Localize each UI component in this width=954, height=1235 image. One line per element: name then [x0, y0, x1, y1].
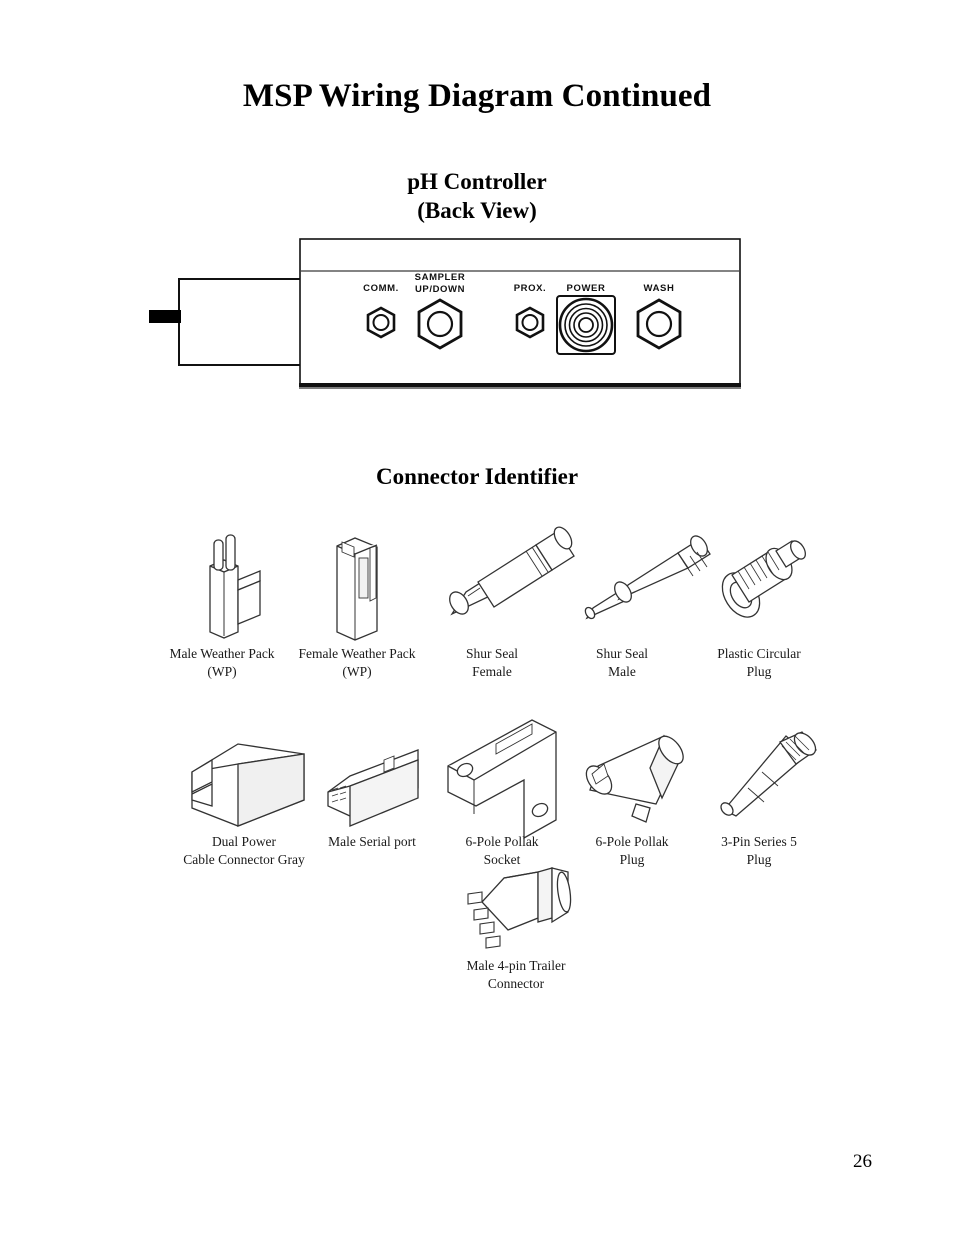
connector-identifier-diagram: Male Weather Pack (WP) Female Weather Pa…	[152, 518, 817, 988]
connector-label-2-0-line2: Connector	[488, 976, 545, 988]
connector-label-1-4-line2: Plug	[747, 852, 772, 867]
connector-label-1-3-line2: Plug	[620, 852, 645, 867]
connector-label-1-3-line1: 6-Pole Pollak	[595, 834, 668, 849]
connector-label-0-0-line2: (WP)	[207, 664, 236, 679]
ph-controller-diagram: COMM. SAMPLER UP/DOWN PROX. POWER WASH	[113, 228, 745, 420]
connector-label-0-3-line2: Male	[608, 664, 636, 679]
connector-label-0-1-line2: (WP)	[342, 664, 371, 679]
ph-controller-heading-line2: (Back View)	[417, 197, 537, 223]
port-label-wash: WASH	[644, 283, 675, 294]
female-weather-pack-icon	[336, 537, 378, 641]
connector-label-1-0-line2: Cable Connector Gray	[183, 852, 305, 867]
page-title: MSP Wiring Diagram Continued	[242, 78, 712, 114]
connector-label-0-0-line1: Male Weather Pack	[169, 646, 274, 661]
port-label-power: POWER	[567, 283, 606, 294]
ph-controller-heading-line1: pH Controller	[407, 169, 547, 194]
connector-label-1-2-line2: Socket	[484, 852, 521, 867]
connector-label-0-1-line1: Female Weather Pack	[298, 646, 415, 661]
port-comm	[366, 306, 396, 339]
connector-identifier-heading: Connector Identifier	[375, 464, 579, 489]
connector-label-1-0-line1: Dual Power	[212, 834, 277, 849]
port-power	[556, 295, 616, 355]
port-wash	[636, 298, 682, 350]
connector-label-2-0-line1: Male 4-pin Trailer	[467, 958, 566, 973]
port-label-sampler-line1: SAMPLER	[415, 272, 466, 283]
port-prox	[515, 306, 545, 339]
connector-label-0-3-line1: Shur Seal	[596, 646, 648, 661]
connector-label-1-4-line1: 3-Pin Series 5	[721, 834, 797, 849]
page-number: 26	[853, 1151, 872, 1172]
connector-label-0-2-line2: Female	[472, 664, 512, 679]
port-label-prox: PROX.	[514, 283, 547, 294]
connector-label-0-4-line1: Plastic Circular	[717, 646, 801, 661]
connector-label-1-1-line1: Male Serial port	[328, 834, 416, 849]
connector-label-0-2-line1: Shur Seal	[466, 646, 518, 661]
connector-label-1-2-line1: 6-Pole Pollak	[465, 834, 538, 849]
port-sampler	[417, 298, 463, 350]
ph-controller-heading: pH Controller (Back View)	[0, 168, 954, 226]
connector-label-0-4-line2: Plug	[747, 664, 772, 679]
port-label-comm: COMM.	[363, 283, 399, 294]
document-page: MSP Wiring Diagram Continued pH Controll…	[0, 0, 954, 1235]
port-label-sampler-line2: UP/DOWN	[415, 284, 465, 295]
